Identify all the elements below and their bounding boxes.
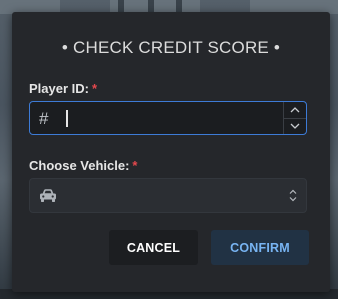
car-icon	[40, 189, 56, 202]
choose-vehicle-label: Choose Vehicle: *	[29, 158, 137, 173]
vehicle-select[interactable]	[29, 178, 307, 213]
stepper-increment-button[interactable]	[284, 102, 306, 119]
required-mark: *	[91, 81, 98, 96]
dialog-title: • CHECK CREDIT SCORE •	[61, 38, 281, 57]
player-id-stepper	[283, 102, 306, 134]
hash-icon: #	[39, 109, 49, 128]
choose-vehicle-label-text: Choose Vehicle:	[29, 158, 130, 173]
select-chevrons-icon	[289, 189, 297, 202]
credit-score-dialog: • CHECK CREDIT SCORE • Player ID: * # Cho…	[12, 12, 330, 292]
chevron-down-icon	[290, 123, 300, 129]
player-id-label: Player ID: *	[29, 81, 97, 96]
chevron-up-icon	[290, 107, 300, 113]
required-mark: *	[132, 158, 138, 173]
player-id-input[interactable]: #	[29, 101, 307, 135]
stepper-decrement-button[interactable]	[284, 118, 306, 134]
cancel-button[interactable]: CANCEL	[109, 230, 198, 265]
player-id-label-text: Player ID:	[29, 81, 89, 96]
text-cursor	[66, 110, 68, 127]
confirm-button[interactable]: CONFIRM	[211, 230, 309, 265]
